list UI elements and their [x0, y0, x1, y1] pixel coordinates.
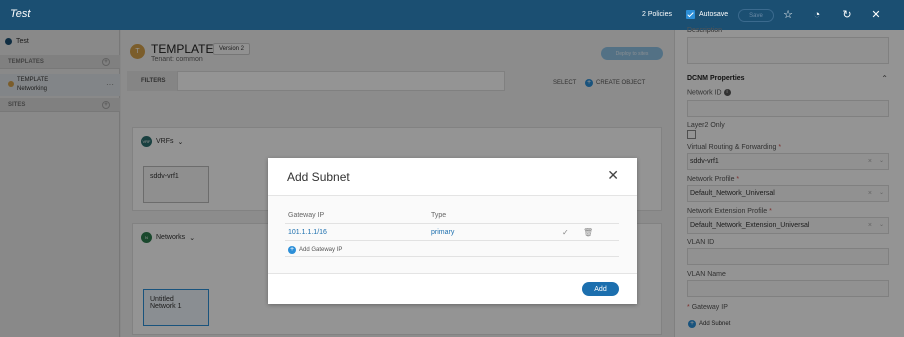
modal-body: Gateway IP Type 101.1.1.1/16 primary ✓ 🗑… — [268, 196, 637, 273]
autosave-checkbox[interactable] — [686, 10, 695, 19]
gateway-column-header: Gateway IP — [288, 212, 325, 219]
refresh-icon[interactable]: ↻ — [841, 9, 853, 21]
add-gateway-label: Add Gateway IP — [299, 247, 343, 253]
close-icon[interactable]: ✕ — [607, 168, 619, 182]
add-button[interactable]: Add — [582, 282, 619, 296]
table-row-divider — [285, 240, 619, 241]
trash-icon[interactable]: 🗑 — [583, 228, 593, 237]
table-bottom-divider — [285, 256, 619, 257]
gateway-ip-value[interactable]: 101.1.1.1/16 — [288, 229, 327, 236]
save-button[interactable]: Save — [738, 9, 774, 22]
check-circle-icon[interactable]: ✓ — [562, 228, 569, 237]
close-icon[interactable]: ✕ — [870, 9, 882, 21]
modal-title: Add Subnet — [287, 170, 350, 184]
modal-footer-divider — [268, 273, 637, 274]
add-subnet-modal: Add Subnet ✕ Gateway IP Type 101.1.1.1/1… — [268, 158, 637, 304]
app-header: Test 2 Policies Autosave Save ☆ ◔ ↻ ✕ — [0, 0, 904, 30]
type-value[interactable]: primary — [431, 229, 454, 236]
autosave-toggle[interactable]: Autosave — [686, 10, 728, 19]
table-header-divider — [285, 223, 619, 224]
history-icon[interactable]: ◔ — [811, 9, 823, 21]
star-icon[interactable]: ☆ — [782, 9, 794, 21]
type-column-header: Type — [431, 212, 447, 219]
plus-circle-icon: + — [288, 246, 296, 254]
autosave-label: Autosave — [699, 11, 729, 18]
app-title: Test — [10, 8, 31, 20]
add-gateway-ip-link[interactable]: + Add Gateway IP — [288, 246, 342, 254]
policies-count[interactable]: 2 Policies — [642, 11, 672, 18]
